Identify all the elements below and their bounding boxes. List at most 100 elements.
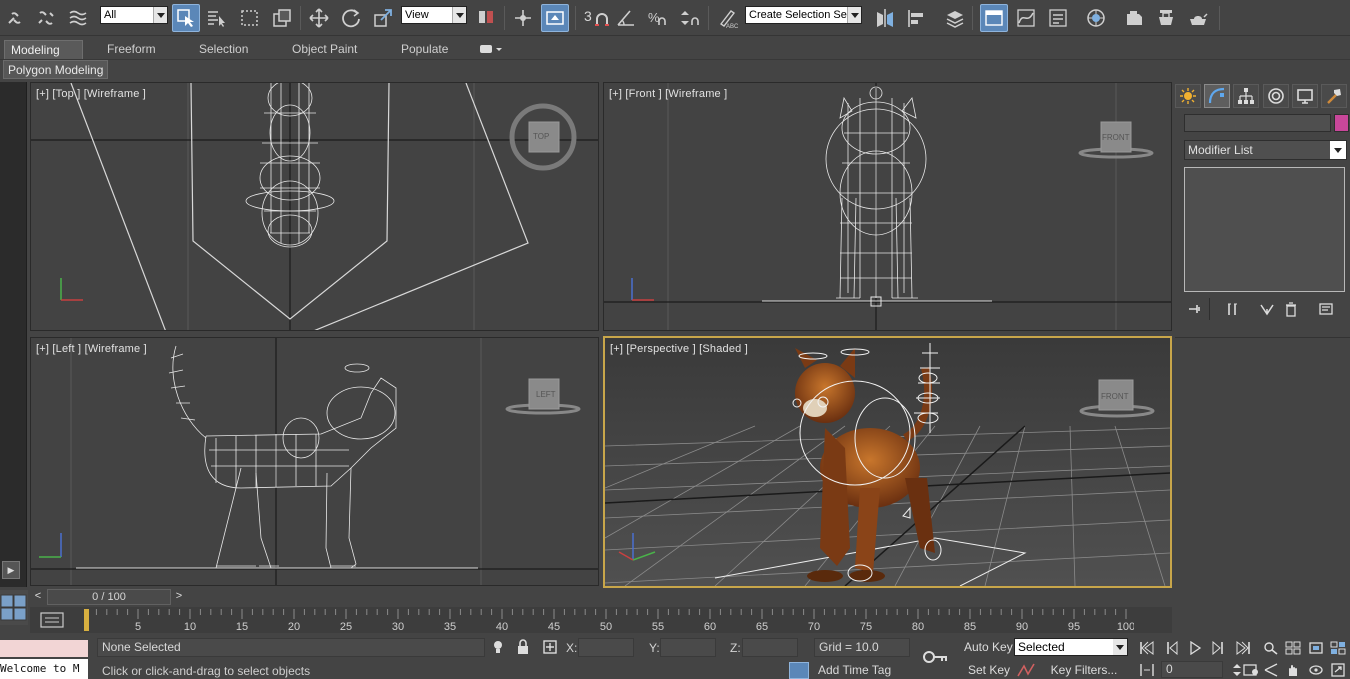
pin-stack-icon[interactable] [1185, 300, 1205, 318]
select-object-icon[interactable] [172, 4, 200, 32]
y-coordinate-field[interactable] [660, 638, 716, 657]
tab-freeform[interactable]: Freeform [101, 40, 162, 59]
remove-modifier-icon[interactable] [1281, 300, 1301, 318]
maxscript-listener[interactable]: Welcome to M [0, 640, 88, 679]
window-crossing-icon[interactable] [268, 4, 296, 32]
pivot-icon[interactable] [472, 4, 500, 32]
viewport-label-left[interactable]: [+] [Left ] [Wireframe ] [36, 343, 147, 355]
object-color-swatch[interactable] [1334, 114, 1349, 132]
maximize-viewport-icon[interactable] [1327, 661, 1349, 679]
x-coordinate-field[interactable] [578, 638, 634, 657]
field-of-view-icon[interactable] [1260, 661, 1282, 679]
selection-lock-icon[interactable] [515, 639, 531, 655]
make-unique-icon[interactable] [1257, 300, 1277, 318]
pan-icon[interactable] [1282, 661, 1304, 679]
expand-viewport-layout-button[interactable]: ▶ [2, 561, 20, 579]
maxscript-input[interactable]: Welcome to M [0, 659, 88, 679]
render-icon[interactable] [1184, 4, 1212, 32]
viewport-perspective[interactable]: [+] [Perspective ] [Shaded ] FRONT [603, 336, 1172, 588]
rotate-icon[interactable] [337, 4, 365, 32]
z-coordinate-field[interactable] [742, 638, 798, 657]
key-filters-button[interactable]: Key Filters... [1044, 661, 1124, 679]
snap-toggle-icon[interactable] [541, 4, 569, 32]
current-frame-field[interactable]: 0 [1161, 661, 1223, 678]
isolate-selection-icon[interactable] [490, 639, 506, 655]
previous-frame-icon[interactable] [1161, 639, 1183, 657]
zoom-extents-icon[interactable] [1305, 639, 1327, 657]
edit-named-sets-icon[interactable]: ABC [713, 4, 741, 32]
track-bar[interactable]: 5 10 15 20 25 30 35 40 45 50 55 60 65 70 75 80 85 90 95 100 [30, 607, 1172, 633]
link-icon[interactable] [2, 4, 30, 32]
modifier-stack[interactable] [1184, 167, 1345, 292]
bind-space-warp-icon[interactable] [64, 4, 92, 32]
set-key-button[interactable]: Set Key [964, 661, 1014, 679]
render-setup-icon[interactable] [1120, 4, 1148, 32]
configure-modifier-sets-icon[interactable] [1316, 300, 1336, 318]
current-frame-marker[interactable] [84, 609, 89, 631]
material-editor-icon[interactable] [1082, 4, 1110, 32]
layer-explorer-icon[interactable] [941, 4, 969, 32]
reference-coordinate-dropdown[interactable]: View [401, 6, 467, 24]
display-icon[interactable] [1292, 84, 1318, 108]
hierarchy-icon[interactable] [1233, 84, 1259, 108]
add-time-tag-button[interactable]: Add Time Tag [812, 662, 912, 679]
viewport-left[interactable]: [+] [Left ] [Wireframe ] LEFT [30, 337, 599, 586]
spinner-snap-icon[interactable] [676, 4, 704, 32]
track-ruler[interactable]: 5 10 15 20 25 30 35 40 45 50 55 60 65 70 75 80 85 90 95 100 [84, 607, 1134, 633]
show-end-result-icon[interactable] [1222, 300, 1242, 318]
schematic-view-icon[interactable] [1044, 4, 1072, 32]
key-mode-toggle-icon[interactable] [1136, 661, 1158, 679]
zoom-all-icon[interactable] [1282, 639, 1304, 657]
key-tangent-icon[interactable] [1016, 662, 1036, 678]
polygon-modeling-button[interactable]: Polygon Modeling [3, 60, 109, 79]
tab-modeling[interactable]: Modeling [4, 40, 83, 59]
modifier-list-dropdown[interactable]: Modifier List [1184, 140, 1347, 160]
time-slider-thumb[interactable]: 0 / 100 [47, 589, 171, 605]
time-tag-icon[interactable] [789, 662, 809, 679]
viewport-top[interactable]: [+] [Top ] [Wireframe ] TOP [30, 82, 599, 331]
unlink-icon[interactable] [32, 4, 60, 32]
modify-icon[interactable] [1204, 84, 1230, 108]
zoom-icon[interactable] [1260, 639, 1282, 657]
orbit-icon[interactable] [1305, 661, 1327, 679]
mini-curve-editor-icon[interactable] [38, 611, 66, 629]
percent-snap-icon[interactable]: % [643, 4, 671, 32]
zoom-extents-all-icon[interactable] [1327, 639, 1349, 657]
set-keys-icon[interactable] [922, 647, 950, 667]
ribbon-options-icon[interactable] [478, 43, 504, 56]
maxscript-output[interactable] [0, 640, 88, 657]
time-slider-prev-button[interactable]: < [30, 588, 46, 605]
play-icon[interactable] [1184, 639, 1206, 657]
align-icon[interactable] [903, 4, 931, 32]
auto-key-button[interactable]: Auto Key [960, 638, 1017, 657]
viewport-label-perspective[interactable]: [+] [Perspective ] [Shaded ] [610, 343, 748, 355]
viewport-front[interactable]: [+] [Front ] [Wireframe ] FRONT [603, 82, 1172, 331]
utilities-icon[interactable] [1321, 84, 1347, 108]
viewport-label-top[interactable]: [+] [Top ] [Wireframe ] [36, 88, 146, 100]
tab-populate[interactable]: Populate [395, 40, 454, 59]
time-slider-next-button[interactable]: > [171, 588, 187, 605]
named-selection-sets-dropdown[interactable]: Create Selection Se [745, 6, 862, 24]
tab-object-paint[interactable]: Object Paint [286, 40, 363, 59]
viewport-layout-tab[interactable] [0, 590, 28, 625]
next-frame-icon[interactable] [1207, 639, 1229, 657]
go-to-start-icon[interactable] [1136, 639, 1158, 657]
move-icon[interactable] [305, 4, 333, 32]
curve-editor-icon[interactable] [1012, 4, 1040, 32]
motion-icon[interactable] [1263, 84, 1289, 108]
angle-snap-icon[interactable] [612, 4, 640, 32]
absolute-mode-transform-icon[interactable] [542, 639, 558, 655]
go-to-end-icon[interactable] [1232, 639, 1254, 657]
time-slider[interactable]: < 0 / 100 > [30, 588, 1172, 606]
toggle-ribbon-icon[interactable] [980, 4, 1008, 32]
mirror-icon[interactable] [871, 4, 899, 32]
scale-icon[interactable] [369, 4, 397, 32]
object-name-field[interactable] [1184, 114, 1331, 132]
tab-selection[interactable]: Selection [193, 40, 254, 59]
selection-filter-dropdown[interactable]: All [100, 6, 168, 24]
select-by-name-icon[interactable] [202, 4, 230, 32]
create-icon[interactable] [1175, 84, 1201, 108]
keyboard-shortcut-icon[interactable] [509, 4, 537, 32]
rendered-frame-icon[interactable] [1152, 4, 1180, 32]
key-mode-dropdown[interactable]: Selected [1014, 638, 1128, 656]
